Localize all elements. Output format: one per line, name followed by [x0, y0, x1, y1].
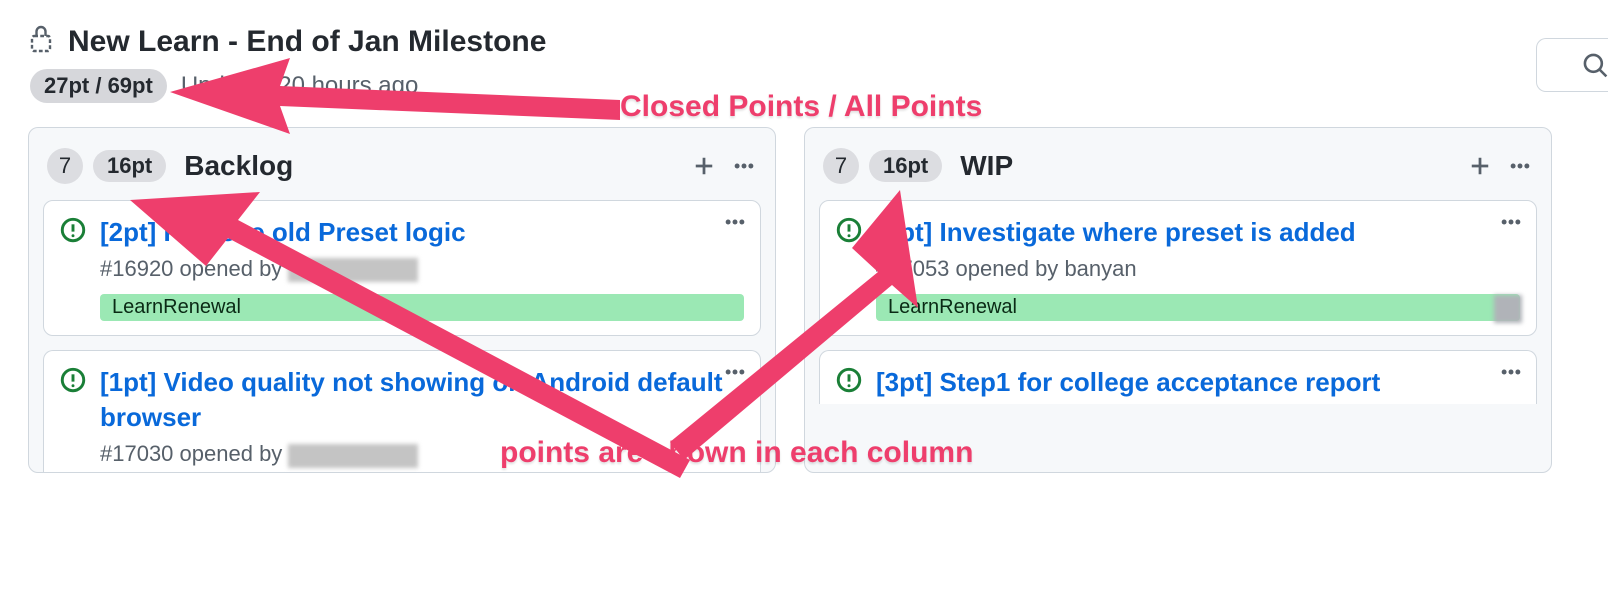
column-points: 16pt: [869, 150, 942, 182]
board-columns: 7 16pt Backlog [2pt] Remove old Preset l…: [0, 111, 1608, 473]
column-title: WIP: [960, 150, 1013, 182]
column-count: 7: [823, 148, 859, 184]
opened-by-text: opened by: [956, 256, 1059, 281]
issue-open-icon: [836, 367, 862, 400]
column-points: 16pt: [93, 150, 166, 182]
kebab-icon: [1500, 211, 1522, 233]
assignee-avatar[interactable]: [1494, 295, 1522, 323]
issue-card[interactable]: [2pt] Remove old Preset logic #16920 ope…: [43, 200, 761, 336]
column-header: 7 16pt WIP: [819, 142, 1537, 200]
column-wip: 7 16pt WIP [1pt] Investigate where prese…: [804, 127, 1552, 473]
kebab-icon: [724, 211, 746, 233]
issue-meta: #16920 opened by: [100, 256, 744, 282]
search-icon: [1582, 52, 1608, 78]
kebab-icon: [733, 155, 755, 177]
author-redacted: [288, 258, 418, 282]
issue-meta: #17053 opened by banyan: [876, 256, 1520, 282]
column-menu-button[interactable]: [729, 151, 759, 181]
issue-author[interactable]: banyan: [1064, 256, 1136, 281]
card-menu-button[interactable]: [1500, 361, 1522, 388]
card-menu-button[interactable]: [1500, 211, 1522, 238]
issue-title[interactable]: [2pt] Remove old Preset logic: [100, 215, 744, 250]
kebab-icon: [1500, 361, 1522, 383]
issue-number: #17053: [876, 256, 949, 281]
issue-card[interactable]: [3pt] Step1 for college acceptance repor…: [819, 350, 1537, 404]
card-menu-button[interactable]: [724, 211, 746, 238]
issue-title[interactable]: [1pt] Investigate where preset is added: [876, 215, 1520, 250]
opened-by-text: opened by: [180, 441, 283, 466]
column-title: Backlog: [184, 150, 293, 182]
issue-label[interactable]: LearnRenewal: [100, 294, 744, 321]
kebab-icon: [1509, 155, 1531, 177]
add-card-button[interactable]: [1465, 151, 1495, 181]
issue-open-icon: [836, 217, 862, 321]
plus-icon: [693, 155, 715, 177]
column-backlog: 7 16pt Backlog [2pt] Remove old Preset l…: [28, 127, 776, 473]
issue-number: #16920: [100, 256, 173, 281]
plus-icon: [1469, 155, 1491, 177]
opened-by-text: opened by: [180, 256, 283, 281]
issue-number: #17030: [100, 441, 173, 466]
issue-label[interactable]: LearnRenewal: [876, 294, 1520, 321]
points-summary-pill: 27pt / 69pt: [30, 69, 167, 103]
column-menu-button[interactable]: [1505, 151, 1535, 181]
issue-title[interactable]: [1pt] Video quality not showing on Andro…: [100, 365, 744, 435]
issue-open-icon: [60, 217, 86, 321]
lock-icon: [28, 24, 54, 59]
updated-text: Updated 20 hours ago: [181, 72, 419, 100]
issue-meta: #17030 opened by: [100, 441, 744, 467]
author-redacted: [288, 444, 418, 468]
project-title: New Learn - End of Jan Milestone: [68, 25, 546, 59]
kebab-icon: [724, 361, 746, 383]
project-header: New Learn - End of Jan Milestone 27pt / …: [0, 0, 1608, 111]
search-box[interactable]: [1536, 38, 1608, 92]
column-header: 7 16pt Backlog: [43, 142, 761, 200]
issue-card[interactable]: [1pt] Investigate where preset is added …: [819, 200, 1537, 336]
card-menu-button[interactable]: [724, 361, 746, 388]
column-count: 7: [47, 148, 83, 184]
issue-title[interactable]: [3pt] Step1 for college acceptance repor…: [876, 365, 1520, 400]
issue-open-icon: [60, 367, 86, 467]
issue-card[interactable]: [1pt] Video quality not showing on Andro…: [43, 350, 761, 471]
add-card-button[interactable]: [689, 151, 719, 181]
